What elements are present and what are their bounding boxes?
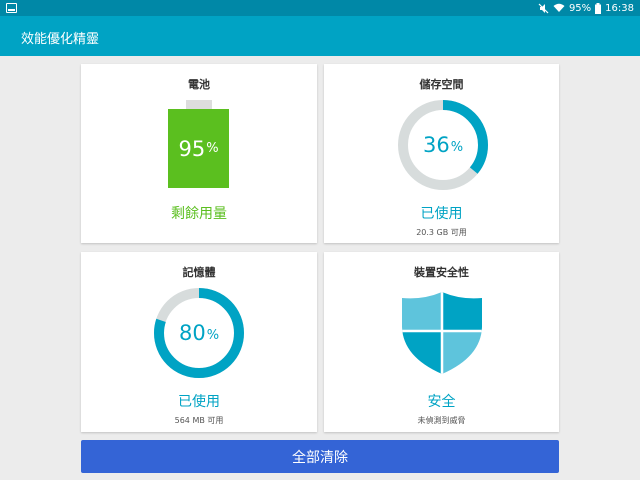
security-title: 裝置安全性	[414, 266, 469, 279]
security-status: 安全	[427, 394, 456, 410]
storage-percent: 36%	[396, 98, 490, 192]
mute-icon	[538, 3, 549, 13]
shield-icon	[402, 292, 482, 374]
storage-available: 20.3 GB 可用	[416, 228, 467, 237]
app-bar: 效能優化精靈	[0, 16, 640, 56]
clear-all-button[interactable]: 全部清除	[81, 440, 559, 473]
battery-level-icon: 95%	[168, 109, 229, 188]
storage-value: 36	[422, 133, 450, 157]
memory-available: 564 MB 可用	[174, 416, 224, 425]
status-bar: 95% 16:38	[0, 0, 640, 16]
page-title: 效能優化精靈	[21, 32, 100, 47]
storage-unit: %	[450, 139, 464, 155]
battery-title: 電池	[188, 78, 210, 91]
screenshot-icon	[6, 3, 17, 13]
battery-cap	[186, 100, 212, 109]
storage-status: 已使用	[420, 206, 463, 222]
memory-title: 記憶體	[182, 266, 216, 279]
storage-title: 儲存空間	[419, 78, 464, 91]
battery-unit: %	[206, 141, 219, 156]
memory-percent: 80%	[152, 286, 246, 380]
battery-value: 95	[178, 136, 206, 161]
battery-icon	[595, 2, 602, 14]
battery-percent-text: 95%	[568, 2, 592, 14]
memory-status: 已使用	[178, 394, 220, 410]
wifi-icon	[553, 3, 565, 12]
memory-unit: %	[206, 327, 220, 343]
security-detail: 未偵測到威脅	[417, 416, 466, 425]
memory-value: 80	[178, 321, 206, 345]
clock: 16:38	[605, 2, 634, 14]
battery-status: 剩餘用量	[171, 206, 227, 222]
